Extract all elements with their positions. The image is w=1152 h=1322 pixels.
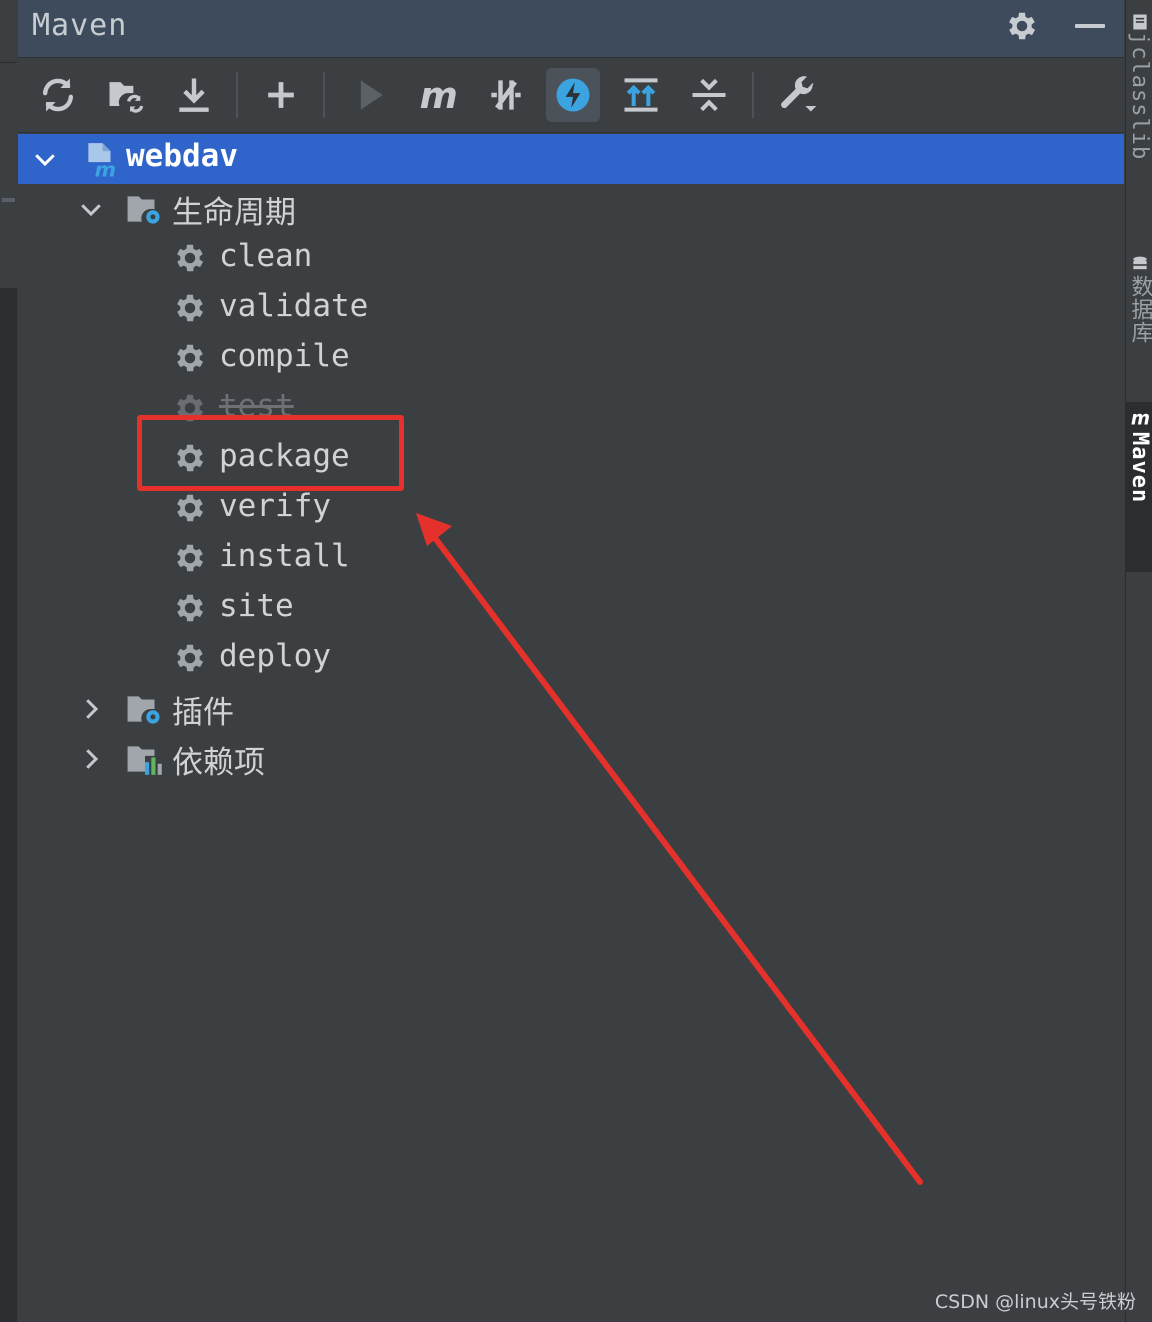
tree-row-goal[interactable]: site: [18, 584, 1124, 634]
skip-tests-icon[interactable]: [546, 68, 600, 122]
gear-icon: [172, 640, 210, 678]
editor-gutter: [0, 0, 17, 288]
chevron-down-icon[interactable]: [76, 194, 106, 224]
toolbar-divider: [752, 72, 754, 118]
maven-project-icon: m: [82, 140, 120, 181]
tool-window-title: Maven: [32, 8, 128, 43]
left-editor-strip: [0, 0, 17, 1322]
sidebar-tab-maven[interactable]: m Maven: [1126, 402, 1152, 572]
sidebar-tab-label: 数据库: [1127, 275, 1152, 344]
goal-label: validate: [219, 288, 369, 324]
database-icon: [1132, 256, 1147, 270]
tree-row-goal[interactable]: deploy: [18, 634, 1124, 684]
gutter-divider: [0, 62, 17, 63]
reload-icon[interactable]: [31, 68, 85, 122]
maven-tool-window: Maven m m webdav 生命周期 clean validate com…: [18, 0, 1124, 1322]
gear-icon: [172, 240, 210, 278]
sidebar-tab-label: Maven: [1127, 432, 1152, 504]
tool-window-header: Maven: [18, 0, 1124, 58]
toolbar-divider: [236, 72, 238, 118]
generate-sources-icon[interactable]: [99, 68, 153, 122]
toolbar-divider: [323, 72, 325, 118]
class-file-icon: [1132, 14, 1147, 30]
tree-row-goal[interactable]: verify: [18, 484, 1124, 534]
download-icon[interactable]: [167, 68, 221, 122]
project-label: webdav: [126, 138, 238, 174]
gear-icon: [172, 490, 210, 528]
sidebar-tab-jclasslib[interactable]: jclasslib: [1126, 12, 1152, 212]
tree-row-lifecycle[interactable]: 生命周期: [18, 184, 1124, 234]
goal-label: deploy: [219, 638, 331, 674]
toggle-offline-icon[interactable]: [479, 68, 533, 122]
gear-icon: [172, 340, 210, 378]
sidebar-tab-label: jclasslib: [1127, 32, 1152, 161]
svg-text:m: m: [95, 157, 116, 178]
show-dependencies-icon[interactable]: [614, 68, 668, 122]
gear-icon: [172, 590, 210, 628]
tree-row-project[interactable]: m webdav: [18, 134, 1124, 184]
gear-icon: [172, 540, 210, 578]
highlight-box: [137, 415, 404, 491]
chevron-right-icon[interactable]: [76, 694, 106, 724]
goal-label: clean: [219, 238, 313, 274]
chevron-right-icon[interactable]: [76, 744, 106, 774]
maven-icon: m: [1130, 408, 1149, 429]
goal-label: install: [219, 538, 350, 574]
right-tool-sidebar: jclasslib 数据库 m Maven: [1125, 0, 1152, 1322]
collapse-all-icon[interactable]: [682, 68, 736, 122]
lifecycle-label: 生命周期: [172, 195, 296, 231]
tree-row-goal[interactable]: clean: [18, 234, 1124, 284]
lifecycle-folder-icon: [126, 190, 164, 228]
settings-gear-icon[interactable]: [1004, 8, 1040, 44]
sidebar-tab-database[interactable]: 数据库: [1126, 255, 1152, 385]
gutter-marker: [2, 198, 15, 202]
add-icon[interactable]: [254, 68, 308, 122]
dependencies-label: 依赖项: [172, 745, 265, 781]
minimize-icon[interactable]: [1075, 24, 1105, 28]
svg-text:m: m: [420, 74, 458, 117]
watermark: CSDN @linux头号铁粉: [934, 1291, 1136, 1313]
tree-row-plugins[interactable]: 插件: [18, 684, 1124, 734]
goal-label: compile: [219, 338, 350, 374]
build-tool-settings-icon[interactable]: [771, 68, 825, 122]
svg-text:m: m: [1130, 408, 1149, 429]
execute-goal-icon[interactable]: m: [411, 68, 465, 122]
goal-label: verify: [219, 488, 331, 524]
plugins-label: 插件: [172, 695, 234, 731]
goal-label: site: [219, 588, 294, 624]
tree-row-goal[interactable]: compile: [18, 334, 1124, 384]
tree-row-goal[interactable]: validate: [18, 284, 1124, 334]
tree-row-goal[interactable]: install: [18, 534, 1124, 584]
gear-icon: [172, 290, 210, 328]
chevron-down-icon[interactable]: [30, 144, 60, 174]
dependencies-folder-icon: [126, 740, 164, 778]
maven-toolbar: m: [18, 58, 1124, 133]
plugins-folder-icon: [126, 690, 164, 728]
run-icon[interactable]: [343, 68, 397, 122]
tree-row-dependencies[interactable]: 依赖项: [18, 734, 1124, 784]
